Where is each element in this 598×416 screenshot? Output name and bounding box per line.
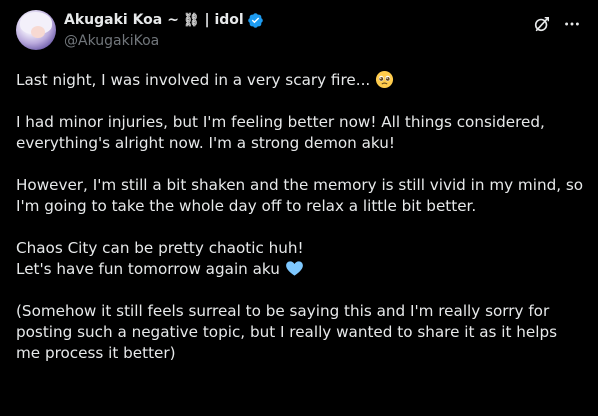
tweet-header: Akugaki Koa ~ ⛓ | idol @AkugakiKoa — [16, 10, 582, 58]
tweet-card: Akugaki Koa ~ ⛓ | idol @AkugakiKoa Last … — [0, 0, 598, 416]
display-name[interactable]: Akugaki Koa — [64, 11, 162, 30]
more-options-icon[interactable] — [562, 14, 582, 34]
tweet-paragraph-1-text: Last night, I was involved in a very sca… — [16, 71, 371, 89]
verified-badge-icon — [247, 12, 264, 29]
tweet-paragraph-4-line-2: Let's have fun tomorrow again aku — [16, 260, 280, 278]
tweet-text: Last night, I was involved in a very sca… — [16, 70, 584, 364]
chain-icon: ⛓ — [182, 13, 200, 28]
pleading-face-emoji-icon — [375, 70, 394, 89]
header-actions — [532, 10, 582, 34]
tweet-paragraph-3: However, I'm still a bit shaken and the … — [16, 176, 584, 215]
name-tag: | idol — [204, 12, 244, 28]
author-handle[interactable]: @AkugakiKoa — [64, 32, 264, 51]
avatar[interactable] — [16, 10, 56, 50]
grok-icon[interactable] — [532, 14, 552, 34]
author-names: Akugaki Koa ~ ⛓ | idol @AkugakiKoa — [64, 10, 264, 51]
tweet-paragraph-5: (Somehow it still feels surreal to be sa… — [16, 302, 558, 362]
light-blue-heart-emoji-icon — [285, 259, 304, 278]
tweet-paragraph-4-line-1: Chaos City can be pretty chaotic huh! — [16, 239, 304, 257]
tweet-paragraph-1: Last night, I was involved in a very sca… — [16, 70, 584, 91]
name-suffix: ~ — [167, 12, 179, 28]
tweet-paragraph-4: Chaos City can be pretty chaotic huh! Le… — [16, 238, 584, 280]
author-name-row[interactable]: Akugaki Koa ~ ⛓ | idol — [64, 11, 264, 30]
tweet-paragraph-2: I had minor injuries, but I'm feeling be… — [16, 113, 545, 152]
